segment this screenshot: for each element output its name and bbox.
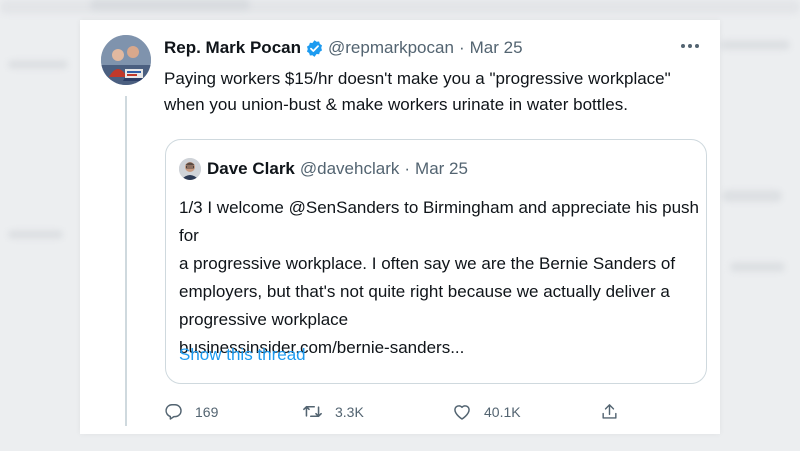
reply-icon xyxy=(165,404,182,420)
reply-count: 169 xyxy=(195,403,219,420)
author-name[interactable]: Rep. Mark Pocan xyxy=(164,38,301,58)
background-blur-block xyxy=(8,230,63,239)
thread-connector-line xyxy=(125,96,127,426)
quoted-author-handle: @davehclark xyxy=(299,159,400,178)
share-icon xyxy=(602,404,617,419)
tweet-text: Paying workers $15/hr doesn't make you a… xyxy=(164,69,671,114)
like-count: 40.1K xyxy=(484,403,521,420)
more-options-icon[interactable] xyxy=(678,36,702,56)
background-blur-block xyxy=(720,40,790,50)
quoted-author-avatar xyxy=(179,158,201,180)
quoted-text-line: a progressive workplace. I often say we … xyxy=(179,254,676,273)
tweet-header: Rep. Mark Pocan @repmarkpocan · Mar 25 xyxy=(164,37,700,59)
background-blur-block xyxy=(90,0,250,10)
quoted-tweet[interactable]: Dave Clark @davehclark · Mar 25 1/3 I we… xyxy=(165,139,707,384)
retweet-count: 3.3K xyxy=(335,403,364,420)
quoted-tweet-text: 1/3 I welcome @SenSanders to Birmingham … xyxy=(179,194,699,362)
heart-icon xyxy=(454,405,470,420)
verified-badge-icon xyxy=(305,39,324,58)
quoted-text-line: progressive workplace xyxy=(179,310,349,329)
tweet-card[interactable]: Rep. Mark Pocan @repmarkpocan · Mar 25 P… xyxy=(80,20,720,434)
quoted-header-separator: · xyxy=(404,159,411,178)
background-blur-block xyxy=(722,190,782,202)
author-handle[interactable]: @repmarkpocan xyxy=(328,38,454,58)
like-button[interactable]: 40.1K xyxy=(452,402,521,421)
background-blur-block xyxy=(8,60,68,69)
retweet-button[interactable]: 3.3K xyxy=(302,402,364,421)
tweet-date[interactable]: Mar 25 xyxy=(470,38,523,58)
quoted-author-name: Dave Clark xyxy=(207,159,295,178)
author-avatar-image xyxy=(101,35,151,85)
quoted-text-line: 1/3 I welcome @SenSanders to Birmingham … xyxy=(179,198,699,245)
author-avatar[interactable] xyxy=(101,35,151,85)
tweet-action-bar: 169 3.3K 40.1K xyxy=(164,402,634,426)
show-thread-link[interactable]: Show this thread xyxy=(179,345,306,365)
quoted-text-line: employers, but that's not quite right be… xyxy=(179,282,670,301)
share-button[interactable] xyxy=(600,402,631,422)
retweet-icon xyxy=(303,405,322,418)
reply-button[interactable]: 169 xyxy=(164,402,218,421)
quoted-tweet-header: Dave Clark @davehclark · Mar 25 xyxy=(179,158,468,180)
header-separator: · xyxy=(458,38,465,57)
quoted-tweet-date: Mar 25 xyxy=(415,159,468,178)
background-blur-block xyxy=(730,262,785,272)
